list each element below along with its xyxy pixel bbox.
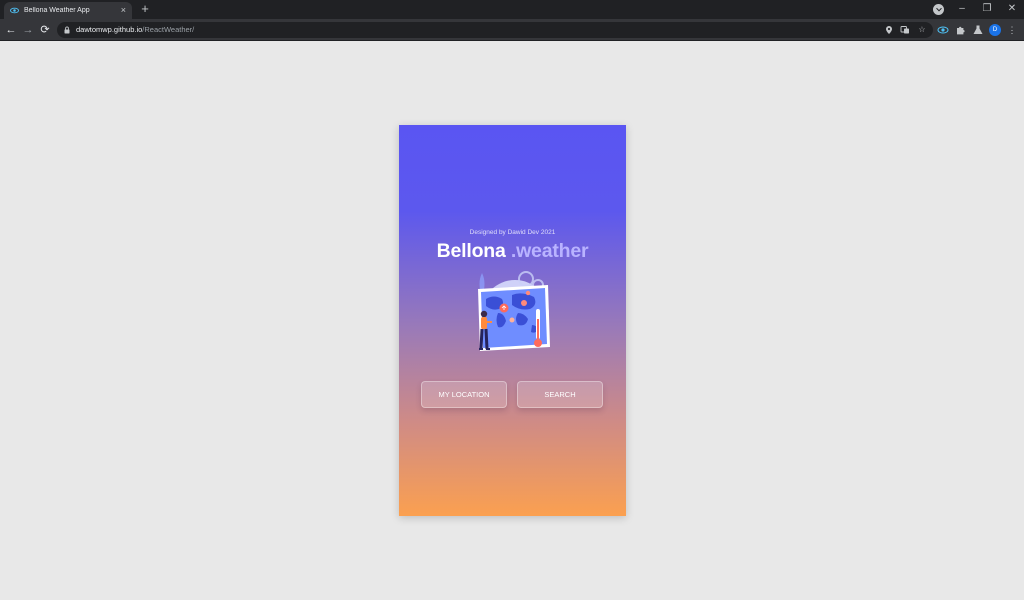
- weather-app-card: Designed by Dawid Dev 2021 Bellona .weat…: [399, 125, 626, 516]
- bookmark-star-icon[interactable]: ☆: [917, 25, 927, 35]
- url-text: dawtomwp.github.io/ReactWeather/: [76, 25, 194, 35]
- browser-tab[interactable]: Bellona Weather App ×: [4, 2, 132, 19]
- location-pin-icon[interactable]: [884, 25, 894, 35]
- restore-button[interactable]: ❐: [977, 1, 997, 16]
- url-path: /ReactWeather/: [142, 25, 195, 34]
- new-tab-button[interactable]: +: [138, 2, 152, 16]
- brand-name: Bellona: [436, 240, 506, 262]
- forward-button[interactable]: →: [21, 23, 35, 37]
- eye-favicon-icon: [10, 6, 19, 15]
- my-location-button[interactable]: MY LOCATION: [421, 381, 507, 408]
- browser-tab-strip: Bellona Weather App × + – ❐ ✕: [0, 0, 1024, 19]
- lock-icon: [64, 26, 70, 34]
- profile-avatar[interactable]: D: [989, 24, 1001, 36]
- designer-credit: Designed by Dawid Dev 2021: [469, 229, 556, 236]
- search-button[interactable]: SEARCH: [517, 381, 603, 408]
- app-brand-title: Bellona .weather: [399, 240, 626, 263]
- translate-icon[interactable]: [900, 25, 910, 35]
- weather-map-illustration: [478, 271, 550, 351]
- close-window-button[interactable]: ✕: [1002, 1, 1022, 16]
- puzzle-icon[interactable]: [955, 24, 967, 36]
- minimize-button[interactable]: –: [952, 1, 972, 16]
- address-bar[interactable]: dawtomwp.github.io/ReactWeather/ ☆: [57, 22, 933, 38]
- tab-title: Bellona Weather App: [24, 7, 90, 14]
- menu-icon[interactable]: ⋮: [1006, 24, 1018, 36]
- browser-toolbar: ← → ⟳ dawtomwp.github.io/ReactWeather/ ☆…: [0, 19, 1024, 41]
- brand-suffix: .weather: [505, 240, 589, 262]
- back-button[interactable]: ←: [4, 23, 18, 37]
- eye-extension-icon[interactable]: [937, 24, 949, 36]
- url-host: dawtomwp.github.io: [76, 25, 143, 34]
- reload-button[interactable]: ⟳: [38, 23, 52, 37]
- tab-close-icon[interactable]: ×: [121, 6, 126, 15]
- tab-search-icon[interactable]: [933, 4, 944, 15]
- flask-icon[interactable]: [972, 24, 984, 36]
